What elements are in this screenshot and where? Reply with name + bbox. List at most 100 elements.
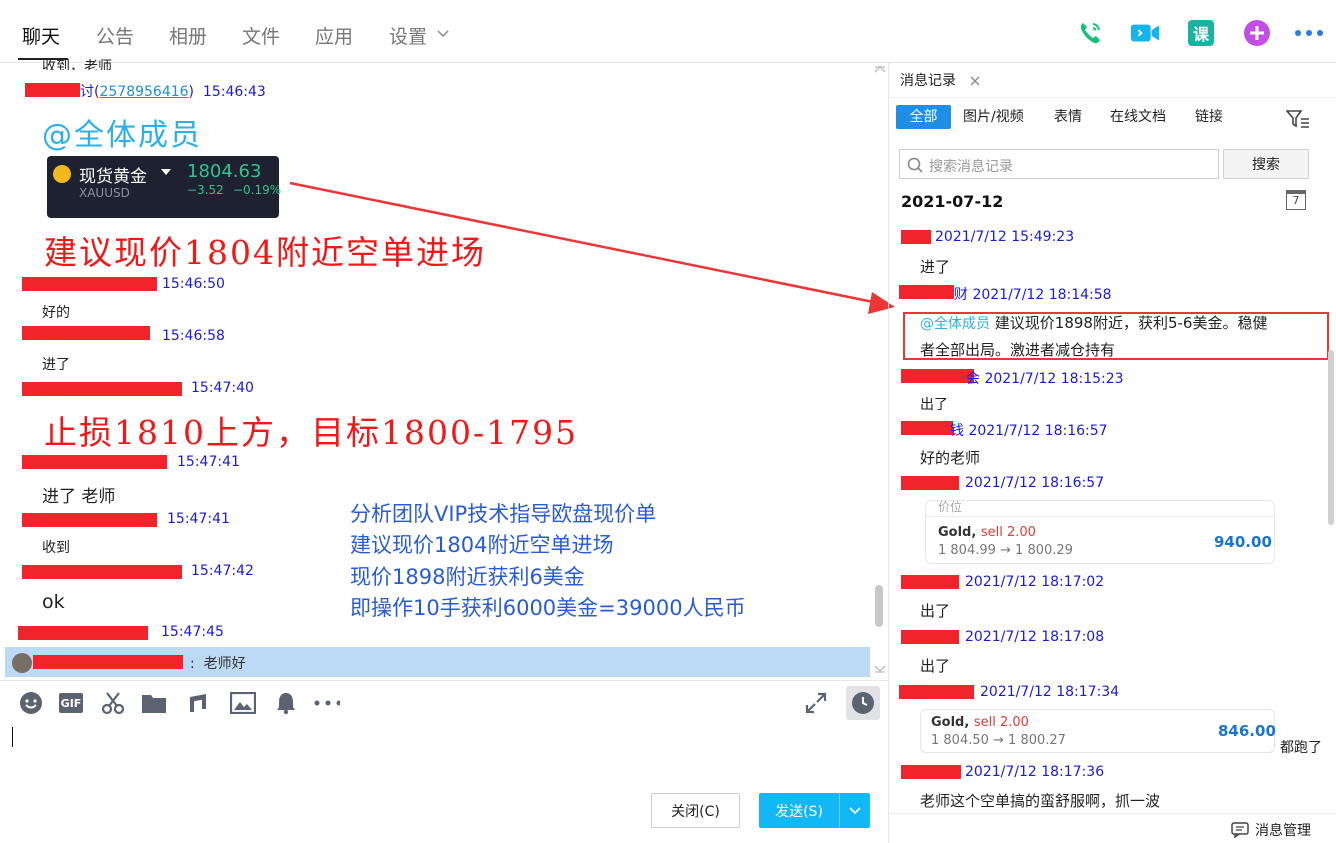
message-time: 15:47:41 xyxy=(177,454,240,470)
quote-change: −3.52 xyxy=(187,183,224,197)
calendar-icon[interactable]: 7 xyxy=(1286,190,1306,210)
search-button[interactable]: 搜索 xyxy=(1223,149,1309,179)
message-manager-button[interactable]: 消息管理 xyxy=(1231,820,1311,840)
message-time: 15:47:45 xyxy=(161,624,224,640)
qq-link[interactable]: 2578956416 xyxy=(99,84,188,100)
entry-time: 2021/7/12 18:17:36 xyxy=(965,764,1105,780)
search-input[interactable]: 搜索消息记录 xyxy=(899,149,1219,179)
redacted-name xyxy=(899,285,954,299)
divider xyxy=(889,97,1336,98)
message-text: ok xyxy=(42,591,65,613)
entry-text: 出了 xyxy=(920,397,948,413)
tab-chat[interactable]: 聊天 xyxy=(22,22,60,49)
avatar xyxy=(12,653,32,673)
divider xyxy=(0,62,1336,63)
redacted-name xyxy=(22,326,150,340)
add-icon[interactable] xyxy=(1242,18,1272,48)
at-all-mention[interactable]: @全体成员 xyxy=(920,316,990,332)
entry-time: 2021/7/12 18:17:08 xyxy=(965,629,1105,645)
entry-text: 进了 xyxy=(920,258,951,276)
annotation-line: 建议现价1804附近空单进场 xyxy=(350,533,614,557)
send-button[interactable]: 发送(S) xyxy=(759,793,839,828)
quote-price: 1804.63 xyxy=(187,161,262,182)
selected-message-row[interactable]: : 老师好 xyxy=(5,647,870,677)
tab-settings[interactable]: 设置 xyxy=(389,22,427,49)
category-docs[interactable]: 在线文档 xyxy=(1110,105,1166,129)
tab-files[interactable]: 文件 xyxy=(242,22,280,49)
trade-header: 价位 xyxy=(926,501,1274,517)
entry-text: 出了 xyxy=(920,602,951,620)
suggestion-message: 建议现价1804附近空单进场 xyxy=(44,233,486,272)
message-text: 进了 xyxy=(42,357,70,373)
redacted-name xyxy=(901,765,961,779)
category-links[interactable]: 链接 xyxy=(1195,105,1223,129)
entry-text: 老师这个空单搞的蛮舒服啊，抓一波 xyxy=(920,792,1161,810)
entry-time: 2021/7/12 18:15:23 xyxy=(984,371,1124,387)
send-options-dropdown[interactable] xyxy=(839,793,870,828)
category-stickers[interactable]: 表情 xyxy=(1054,105,1082,129)
message-time: 15:47:42 xyxy=(191,563,254,579)
tab-apps[interactable]: 应用 xyxy=(315,22,353,49)
entry-text: 者全部出局。激进者减仓持有 xyxy=(920,341,1116,359)
scroll-up-icon[interactable] xyxy=(873,64,887,74)
annotation-line: 即操作10手获利6000美金=39000人民币 xyxy=(350,596,746,620)
redacted-name xyxy=(22,565,182,579)
at-all-mention[interactable]: @全体成员 xyxy=(42,110,202,154)
redacted-name xyxy=(22,455,167,469)
redacted-name xyxy=(901,575,959,589)
entry-text: 建议现价1898附近，获利5-6美金。稳健 xyxy=(994,314,1268,332)
caret-down-icon xyxy=(161,169,171,175)
filter-icon[interactable] xyxy=(1286,109,1310,129)
message-time: 15:47:41 xyxy=(167,511,230,527)
message-input[interactable] xyxy=(0,713,888,843)
stop-loss-message: 止损1810上方，目标1800-1795 xyxy=(44,413,579,452)
history-tab-title[interactable]: 消息记录 xyxy=(900,70,956,90)
redacted-name xyxy=(22,277,157,291)
trade-card[interactable]: 价位 Gold, sell 2.00 1 804.99 → 1 800.29 9… xyxy=(925,500,1275,564)
trade-symbol: Gold, sell 2.00 xyxy=(938,525,1036,540)
chat-scrollbar[interactable] xyxy=(875,585,883,627)
close-button[interactable]: 关闭(C) xyxy=(651,793,740,828)
search-icon xyxy=(907,157,923,173)
redacted-name xyxy=(901,476,959,490)
redacted-name xyxy=(25,83,80,97)
more-icon[interactable] xyxy=(1294,18,1324,48)
trade-prices: 1 804.50 → 1 800.27 xyxy=(931,733,1066,748)
history-scrollbar[interactable] xyxy=(1328,350,1334,525)
message-text: 收到 xyxy=(42,540,70,556)
video-call-icon[interactable] xyxy=(1130,18,1160,48)
redacted-name xyxy=(22,382,182,396)
entry-text: 都跑了 xyxy=(1280,740,1322,756)
redacted-name xyxy=(901,421,953,435)
gold-icon xyxy=(53,165,71,183)
category-all[interactable]: 全部 xyxy=(896,105,951,129)
message-header: 讨(2578956416) 15:46:43 xyxy=(80,84,266,100)
close-icon[interactable] xyxy=(970,76,980,86)
lesson-icon[interactable]: 课 xyxy=(1186,18,1216,48)
trade-profit: 846.00 xyxy=(1218,722,1276,740)
scroll-down-icon[interactable] xyxy=(873,664,887,674)
redacted-name xyxy=(18,626,148,640)
voice-call-icon[interactable] xyxy=(1075,18,1105,48)
message-time: 15:46:50 xyxy=(162,276,225,292)
chevron-down-icon[interactable] xyxy=(437,29,449,39)
chevron-down-icon xyxy=(849,806,861,814)
trade-prices: 1 804.99 → 1 800.29 xyxy=(938,543,1073,558)
quote-percent: −0.19% xyxy=(233,183,282,197)
quote-card[interactable]: 现货黄金 XAUUSD 1804.63 −3.52 −0.19% xyxy=(47,156,282,218)
trade-card[interactable]: Gold, sell 2.00 1 804.50 → 1 800.27 846.… xyxy=(920,709,1276,753)
message-manage-icon xyxy=(1231,822,1249,838)
category-media[interactable]: 图片/视频 xyxy=(963,105,1024,129)
redacted-name xyxy=(899,685,974,699)
message-text: 收到，老师 xyxy=(42,59,112,70)
trade-profit: 940.00 xyxy=(1214,533,1272,551)
tab-announcement[interactable]: 公告 xyxy=(96,22,134,49)
entry-time: 2021/7/12 18:14:58 xyxy=(972,287,1112,303)
entry-time: 2021/7/12 18:16:57 xyxy=(968,423,1108,439)
quote-name: 现货黄金 xyxy=(79,167,147,187)
tab-album[interactable]: 相册 xyxy=(169,22,207,49)
entry-time: 2021/7/12 15:49:23 xyxy=(935,229,1075,245)
message-text: 进了 老师 xyxy=(42,487,116,507)
annotation-line: 分析团队VIP技术指导欧盘现价单 xyxy=(350,502,657,526)
quote-code: XAUUSD xyxy=(79,186,130,200)
